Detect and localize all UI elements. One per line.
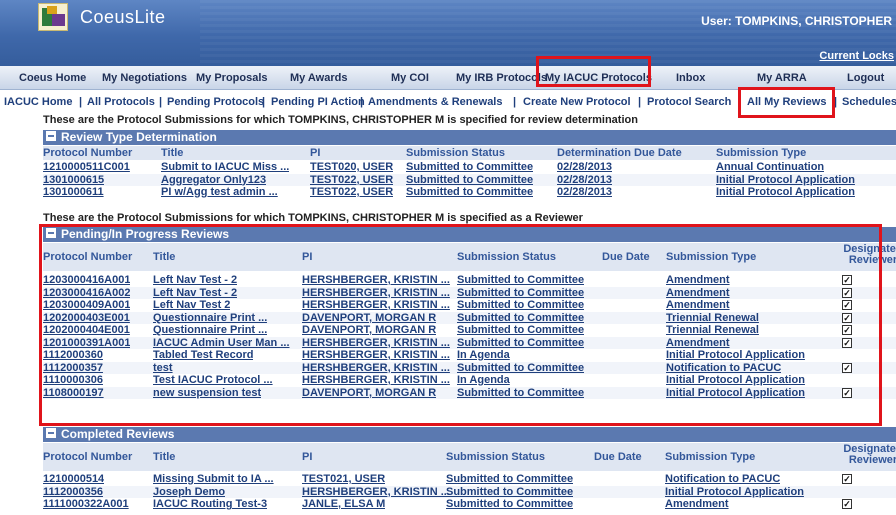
title-link[interactable]: Missing Submit to IA ... — [153, 473, 274, 485]
intro-determination-text: These are the Protocol Submissions for w… — [43, 114, 638, 126]
nav-my-proposals[interactable]: My Proposals — [196, 72, 268, 84]
submission-type-link[interactable]: Initial Protocol Application — [716, 174, 855, 186]
completed-section-bar[interactable]: Completed Reviews — [43, 427, 896, 442]
title-link[interactable]: Submit to IACUC Miss ... — [161, 161, 289, 173]
pi-link[interactable]: HERSHBERGER, KRISTIN ... — [302, 486, 450, 498]
submission-type-link[interactable]: Initial Protocol Application — [665, 486, 804, 498]
nav-inbox[interactable]: Inbox — [676, 72, 705, 84]
col-submission-type[interactable]: Submission Type — [665, 451, 755, 463]
col-reviewer-label: Reviewer — [848, 454, 896, 466]
protocol-number-link[interactable]: 1301000615 — [43, 174, 104, 186]
col-protocol-number[interactable]: Protocol Number — [43, 451, 132, 463]
intro-reviewer-text: These are the Protocol Submissions for w… — [43, 212, 583, 224]
protocol-number-link[interactable]: 1210000511C001 — [43, 161, 130, 173]
submission-type-link[interactable]: Annual Continuation — [716, 161, 824, 173]
col-due-date[interactable]: Due Date — [594, 451, 642, 463]
submission-status-link[interactable]: Submitted to Committee — [446, 486, 573, 498]
pi-link[interactable]: TEST022, USER — [310, 186, 393, 198]
collapse-toggle-icon[interactable] — [46, 131, 56, 141]
subnav-separator: | — [360, 96, 364, 108]
col-title[interactable]: Title — [161, 147, 183, 159]
pi-link[interactable]: TEST022, USER — [310, 174, 393, 186]
col-submission-type[interactable]: Submission Type — [716, 147, 806, 159]
designated-reviewer-checkbox[interactable]: ✓ — [842, 499, 852, 509]
subnav-pending-protocols[interactable]: Pending Protocols — [167, 96, 264, 108]
table-row: 1112000356 Joseph Demo HERSHBERGER, KRISTI… — [43, 485, 896, 498]
review-type-section-title: Review Type Determination — [61, 130, 217, 144]
submission-status-link[interactable]: Submitted to Committee — [406, 174, 533, 186]
pi-link[interactable]: TEST021, USER — [302, 473, 385, 485]
pi-link[interactable]: JANLE, ELSA M — [302, 498, 385, 510]
current-locks-link[interactable]: Current Locks — [819, 50, 894, 62]
title-link[interactable]: Joseph Demo — [153, 486, 225, 498]
review-type-section-bar[interactable]: Review Type Determination — [43, 130, 896, 145]
protocol-number-link[interactable]: 1112000356 — [43, 486, 103, 498]
completed-header-row: Protocol Number Title PI Submission Stat… — [43, 443, 896, 471]
subnav-separator: | — [79, 96, 83, 108]
subnav-separator: | — [159, 96, 163, 108]
nav-my-arra[interactable]: My ARRA — [757, 72, 807, 84]
due-date-link[interactable]: 02/28/2013 — [557, 161, 612, 173]
submission-type-link[interactable]: Initial Protocol Application — [716, 186, 855, 198]
nav-my-negotiations[interactable]: My Negotiations — [102, 72, 187, 84]
subnav-pending-pi-action[interactable]: Pending PI Action — [271, 96, 365, 108]
subnav-separator: | — [513, 96, 517, 108]
protocol-number-link[interactable]: 1301000611 — [43, 186, 104, 198]
title-link[interactable]: Aggregator Only123 — [161, 174, 266, 186]
subnav-protocol-search[interactable]: Protocol Search — [647, 96, 731, 108]
col-submission-status[interactable]: Submission Status — [446, 451, 545, 463]
app-name: CoeusLite — [80, 7, 166, 27]
subnav-amendments-renewals[interactable]: Amendments & Renewals — [368, 96, 502, 108]
collapse-toggle-icon[interactable] — [46, 428, 56, 438]
subnav-separator: | — [638, 96, 642, 108]
submission-status-link[interactable]: Submitted to Committee — [406, 161, 533, 173]
user-info: User: TOMPKINS, CHRISTOPHER — [701, 14, 892, 28]
submission-type-link[interactable]: Notification to PACUC — [665, 473, 780, 485]
col-pi[interactable]: PI — [302, 451, 312, 463]
table-row: 1210000511C001 Submit to IACUC Miss ... TE… — [43, 161, 896, 173]
subnav-schedules[interactable]: Schedules — [842, 96, 896, 108]
coeus-logo-icon — [38, 3, 68, 31]
designated-reviewer-checkbox[interactable]: ✓ — [842, 474, 852, 484]
table-row: 1301000615 Aggregator Only123 TEST022, USE… — [43, 173, 896, 186]
col-title[interactable]: Title — [153, 451, 175, 463]
submission-type-link[interactable]: Amendment — [665, 498, 729, 510]
subnav-create-new-protocol[interactable]: Create New Protocol — [523, 96, 631, 108]
col-pi[interactable]: PI — [310, 147, 320, 159]
col-determination-due-date[interactable]: Determination Due Date — [557, 147, 682, 159]
highlight-pending-reviews — [39, 224, 882, 426]
subnav-all-protocols[interactable]: All Protocols — [87, 96, 155, 108]
nav-my-coi[interactable]: My COI — [391, 72, 429, 84]
nav-logout[interactable]: Logout — [847, 72, 884, 84]
col-designated-reviewer[interactable]: Designated Reviewer — [843, 444, 896, 466]
due-date-link[interactable]: 02/28/2013 — [557, 174, 612, 186]
protocol-number-link[interactable]: 1210000514 — [43, 473, 104, 485]
completed-section-title: Completed Reviews — [61, 427, 175, 441]
table-row: 1210000514 Missing Submit to IA ... TEST02… — [43, 473, 896, 485]
due-date-link[interactable]: 02/28/2013 — [557, 186, 612, 198]
nav-my-awards[interactable]: My Awards — [290, 72, 347, 84]
col-protocol-number[interactable]: Protocol Number — [43, 147, 132, 159]
submission-status-link[interactable]: Submitted to Committee — [446, 498, 573, 510]
col-submission-status[interactable]: Submission Status — [406, 147, 505, 159]
table-row: 1301000611 PI w/Agg test admin ... TEST022… — [43, 186, 896, 198]
nav-my-irb-protocols[interactable]: My IRB Protocols — [456, 72, 547, 84]
highlight-all-my-reviews — [738, 87, 835, 118]
submission-status-link[interactable]: Submitted to Committee — [446, 473, 573, 485]
title-link[interactable]: IACUC Routing Test-3 — [153, 498, 267, 510]
nav-coeus-home[interactable]: Coeus Home — [19, 72, 86, 84]
protocol-number-link[interactable]: 1111000322A001 — [43, 498, 129, 510]
highlight-my-iacuc-protocols — [536, 56, 651, 87]
submission-status-link[interactable]: Submitted to Committee — [406, 186, 533, 198]
pi-link[interactable]: TEST020, USER — [310, 161, 393, 173]
title-link[interactable]: PI w/Agg test admin ... — [161, 186, 278, 198]
subnav-separator: | — [262, 96, 266, 108]
subnav-iacuc-home[interactable]: IACUC Home — [4, 96, 72, 108]
table-row: 1111000322A001 IACUC Routing Test-3 JANLE,… — [43, 498, 896, 510]
header-banner: CoeusLite User: TOMPKINS, CHRISTOPHER Cu… — [0, 0, 896, 66]
review-type-header-row: Protocol Number Title PI Submission Stat… — [43, 146, 896, 160]
